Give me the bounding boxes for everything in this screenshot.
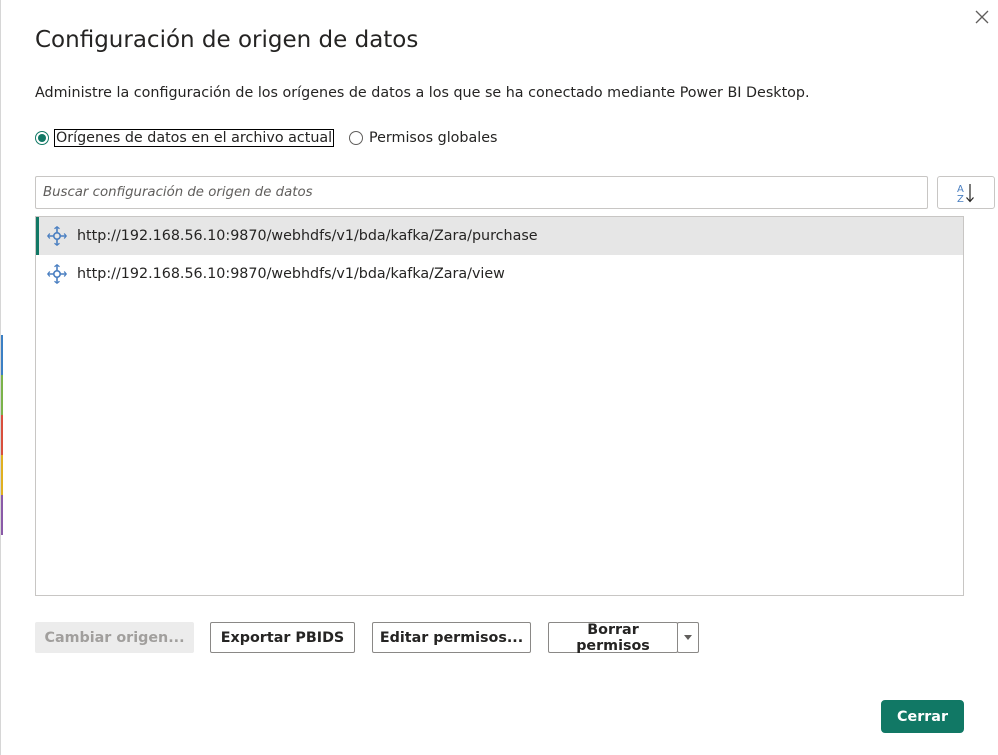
radio-button-checked[interactable] [35, 131, 49, 145]
svg-text:Z: Z [957, 194, 964, 204]
sort-button[interactable]: A Z [937, 176, 995, 209]
search-input[interactable] [43, 177, 927, 208]
dialog-description: Administre la configuración de los oríge… [35, 85, 810, 101]
export-pbids-button[interactable]: Exportar PBIDS [210, 622, 355, 653]
data-source-list[interactable]: http://192.168.56.10:9870/webhdfs/v1/bda… [35, 216, 964, 596]
close-button[interactable] [971, 6, 993, 28]
change-source-button[interactable]: Cambiar origen... [35, 622, 194, 653]
data-source-url: http://192.168.56.10:9870/webhdfs/v1/bda… [77, 228, 538, 244]
web-source-icon [47, 226, 67, 246]
background-edge [1, 495, 3, 535]
clear-permissions-button[interactable]: Borrar permisos [548, 622, 678, 654]
radio-current-file[interactable]: Orígenes de datos en el archivo actual [35, 129, 335, 147]
chevron-down-icon [684, 635, 692, 640]
data-source-url: http://192.168.56.10:9870/webhdfs/v1/bda… [77, 266, 505, 282]
web-source-icon [47, 264, 67, 284]
list-item[interactable]: http://192.168.56.10:9870/webhdfs/v1/bda… [36, 217, 963, 255]
dialog-title: Configuración de origen de datos [35, 27, 419, 53]
search-box[interactable] [35, 176, 928, 209]
close-icon [975, 10, 989, 24]
data-source-settings-dialog: Configuración de origen de datos Adminis… [0, 0, 998, 755]
background-edge [1, 335, 3, 375]
close-dialog-button[interactable]: Cerrar [881, 700, 964, 733]
radio-current-file-label: Orígenes de datos en el archivo actual [53, 129, 335, 147]
radio-button-unchecked[interactable] [349, 131, 363, 145]
radio-global-permissions[interactable]: Permisos globales [349, 130, 497, 146]
list-item[interactable]: http://192.168.56.10:9870/webhdfs/v1/bda… [36, 255, 963, 293]
sort-az-icon: A Z [957, 183, 974, 204]
radio-global-permissions-label: Permisos globales [369, 130, 498, 146]
background-edge [1, 415, 3, 455]
background-edge [1, 375, 3, 415]
clear-permissions-dropdown[interactable] [677, 622, 699, 653]
background-edge [1, 455, 3, 495]
edit-permissions-button[interactable]: Editar permisos... [372, 622, 531, 653]
